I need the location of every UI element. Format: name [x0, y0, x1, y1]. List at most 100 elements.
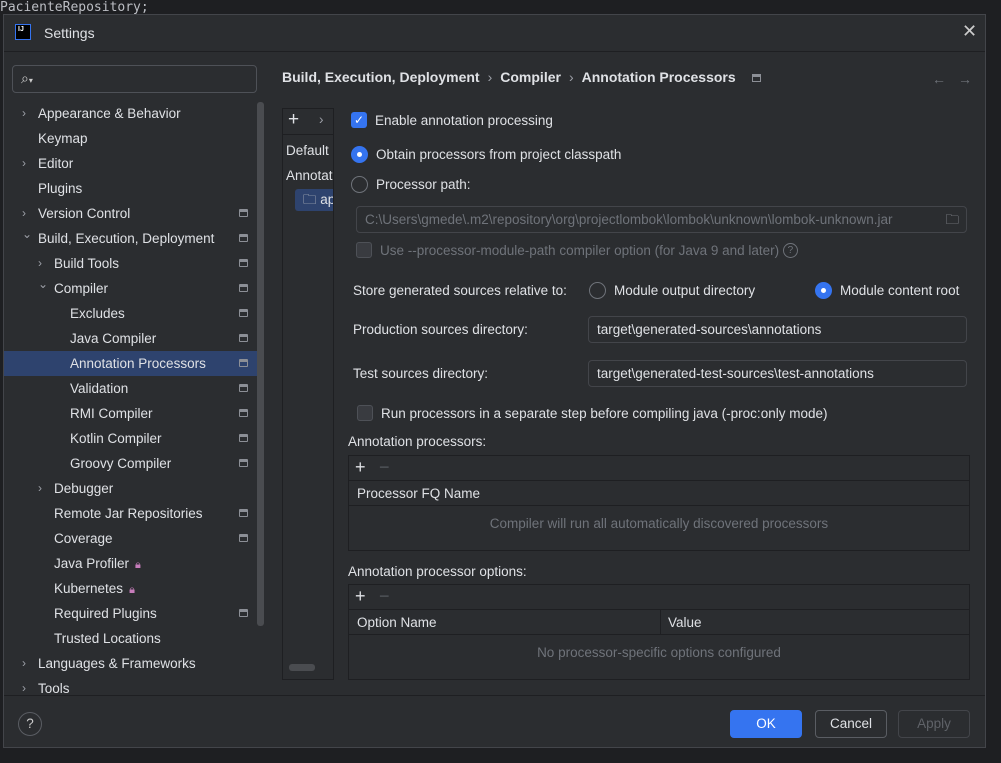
sidebar-item-annotation-processors[interactable]: Annotation Processors [4, 351, 264, 376]
profile-module[interactable]: 🗀 ap [295, 189, 333, 211]
help-button[interactable]: ? [18, 712, 42, 736]
chevron-down-icon[interactable]: ⌄ [38, 272, 48, 297]
chevron-right-icon[interactable]: › [22, 651, 26, 676]
sidebar-item-label: Java Profiler [54, 556, 130, 571]
test-dir-input[interactable]: target\generated-test-sources\test-annot… [588, 360, 967, 387]
intellij-logo-icon: IJ [15, 24, 31, 40]
sidebar-item-required-plugins[interactable]: Required Plugins [4, 601, 264, 626]
sidebar-item-remote-jar-repositories[interactable]: Remote Jar Repositories [4, 501, 264, 526]
sidebar-item-rmi-compiler[interactable]: RMI Compiler [4, 401, 264, 426]
sidebar-item-label: Debugger [54, 481, 114, 496]
ok-button[interactable]: OK [730, 710, 802, 738]
back-arrow-icon[interactable]: ← [932, 71, 946, 87]
sidebar-item-label: Trusted Locations [54, 631, 161, 646]
cancel-button[interactable]: Cancel [815, 710, 887, 738]
chevron-right-icon[interactable]: › [22, 101, 26, 126]
module-path-checkbox[interactable]: Use --processor-module-path compiler opt… [356, 242, 798, 259]
sidebar-item-label: Kotlin Compiler [70, 431, 162, 446]
column-header[interactable]: Processor FQ Name [349, 481, 969, 506]
sidebar-item-label: Version Control [38, 206, 131, 221]
module-content-root-radio[interactable]: Module content root [815, 282, 959, 299]
obtain-from-classpath-radio[interactable]: Obtain processors from project classpath [351, 146, 621, 163]
sidebar-item-label: Groovy Compiler [70, 456, 172, 471]
sidebar-item-coverage[interactable]: Coverage [4, 526, 264, 551]
project-scope-icon [239, 509, 248, 517]
sidebar-item-trusted-locations[interactable]: Trusted Locations [4, 626, 264, 651]
settings-search-input[interactable]: ⌕▾ [12, 65, 257, 93]
sidebar-item-excludes[interactable]: Excludes [4, 301, 264, 326]
sidebar-item-kubernetes[interactable]: Kubernetes 🔒︎ [4, 576, 264, 601]
sidebar-item-editor[interactable]: › Editor [4, 151, 264, 176]
add-icon[interactable]: + [355, 457, 366, 478]
empty-text: Compiler will run all automatically disc… [489, 516, 829, 531]
dialog-footer: ? OK Cancel Apply [4, 695, 985, 748]
sidebar-item-label: Remote Jar Repositories [54, 506, 203, 521]
breadcrumb-item: Annotation Processors [581, 69, 736, 85]
chevron-right-icon[interactable]: › [38, 476, 42, 501]
options-title: Annotation processor options: [348, 564, 527, 579]
tree-scrollbar[interactable] [257, 102, 264, 626]
sidebar-item-languages-frameworks[interactable]: › Languages & Frameworks [4, 651, 264, 676]
sidebar-item-compiler[interactable]: ⌄ Compiler [4, 276, 264, 301]
close-icon[interactable]: ✕ [962, 21, 977, 42]
sidebar-item-validation[interactable]: Validation [4, 376, 264, 401]
folder-icon[interactable]: 🗀 [946, 207, 960, 232]
profiles-scrollbar[interactable] [289, 664, 315, 671]
sidebar-item-java-profiler[interactable]: Java Profiler 🔒︎ [4, 551, 264, 576]
column-header[interactable]: Option Name [357, 615, 437, 630]
sidebar-item-build-execution-deployment[interactable]: ⌄ Build, Execution, Deployment [4, 226, 264, 251]
pin-icon [751, 74, 761, 83]
chevron-right-icon[interactable]: › [319, 112, 324, 127]
sidebar-item-label: Excludes [70, 306, 125, 321]
apply-button[interactable]: Apply [898, 710, 970, 738]
sidebar-item-label: Appearance & Behavior [38, 106, 181, 121]
processors-title: Annotation processors: [348, 434, 487, 449]
module-folder-icon: 🗀 [303, 192, 317, 207]
sidebar-item-version-control[interactable]: › Version Control [4, 201, 264, 226]
prod-dir-input[interactable]: target\generated-sources\annotations [588, 316, 967, 343]
title-bar: IJ Settings ✕ [4, 15, 985, 52]
module-output-radio[interactable]: Module output directory [589, 282, 755, 299]
project-scope-icon [239, 384, 248, 392]
sidebar-item-label: RMI Compiler [70, 406, 153, 421]
add-icon[interactable]: + [355, 586, 366, 607]
sidebar-item-kotlin-compiler[interactable]: Kotlin Compiler [4, 426, 264, 451]
sidebar-item-groovy-compiler[interactable]: Groovy Compiler [4, 451, 264, 476]
sidebar-item-java-compiler[interactable]: Java Compiler [4, 326, 264, 351]
processors-table: + − Processor FQ Name Compiler will run a… [348, 455, 970, 551]
processor-path-input[interactable]: C:\Users\gmede\.m2\repository\org\projec… [356, 206, 967, 233]
sidebar-item-label: Plugins [38, 181, 83, 196]
enable-annotation-checkbox[interactable]: ✓ Enable annotation processing [351, 112, 553, 129]
sidebar-item-label: Build Tools [54, 256, 120, 271]
help-icon[interactable]: ? [782, 242, 798, 258]
sidebar-item-keymap[interactable]: Keymap [4, 126, 264, 151]
project-scope-icon [239, 359, 248, 367]
breadcrumb-item[interactable]: Compiler [500, 69, 561, 85]
breadcrumb-item[interactable]: Build, Execution, Deployment [282, 69, 480, 85]
checkmark-icon: ✓ [351, 112, 367, 129]
test-dir-label: Test sources directory: [353, 366, 489, 381]
remove-icon: − [379, 457, 390, 477]
sidebar-item-label: Compiler [54, 281, 109, 296]
sidebar-item-appearance-behavior[interactable]: › Appearance & Behavior [4, 101, 264, 126]
processor-path-radio[interactable]: Processor path: [351, 176, 471, 193]
sidebar-item-label: Validation [70, 381, 129, 396]
sidebar-item-plugins[interactable]: Plugins [4, 176, 264, 201]
settings-dialog: IJ Settings ✕ ⌕▾ › Appearance & Behavior K… [3, 14, 986, 748]
project-scope-icon [239, 434, 248, 442]
column-header[interactable]: Value [660, 610, 702, 634]
chevron-right-icon[interactable]: › [22, 151, 26, 176]
chevron-down-icon[interactable]: ⌄ [22, 222, 32, 247]
sidebar-item-debugger[interactable]: › Debugger [4, 476, 264, 501]
profile-annotation[interactable]: Annotat [286, 168, 333, 183]
forward-arrow-icon[interactable]: → [958, 71, 972, 87]
lock-icon: 🔒︎ [129, 584, 135, 596]
sidebar-item-label: Build, Execution, Deployment [38, 231, 215, 246]
profile-default[interactable]: Default [286, 143, 329, 158]
sidebar-item-label: Kubernetes [54, 581, 124, 596]
store-label: Store generated sources relative to: [353, 283, 567, 298]
add-profile-icon[interactable]: + [288, 109, 299, 131]
separate-step-checkbox[interactable]: Run processors in a separate step before… [357, 405, 827, 422]
settings-tree: › Appearance & Behavior Keymap › Editor Plugi… [4, 101, 266, 701]
editor-background-code: PacienteRepository; [0, 0, 149, 15]
